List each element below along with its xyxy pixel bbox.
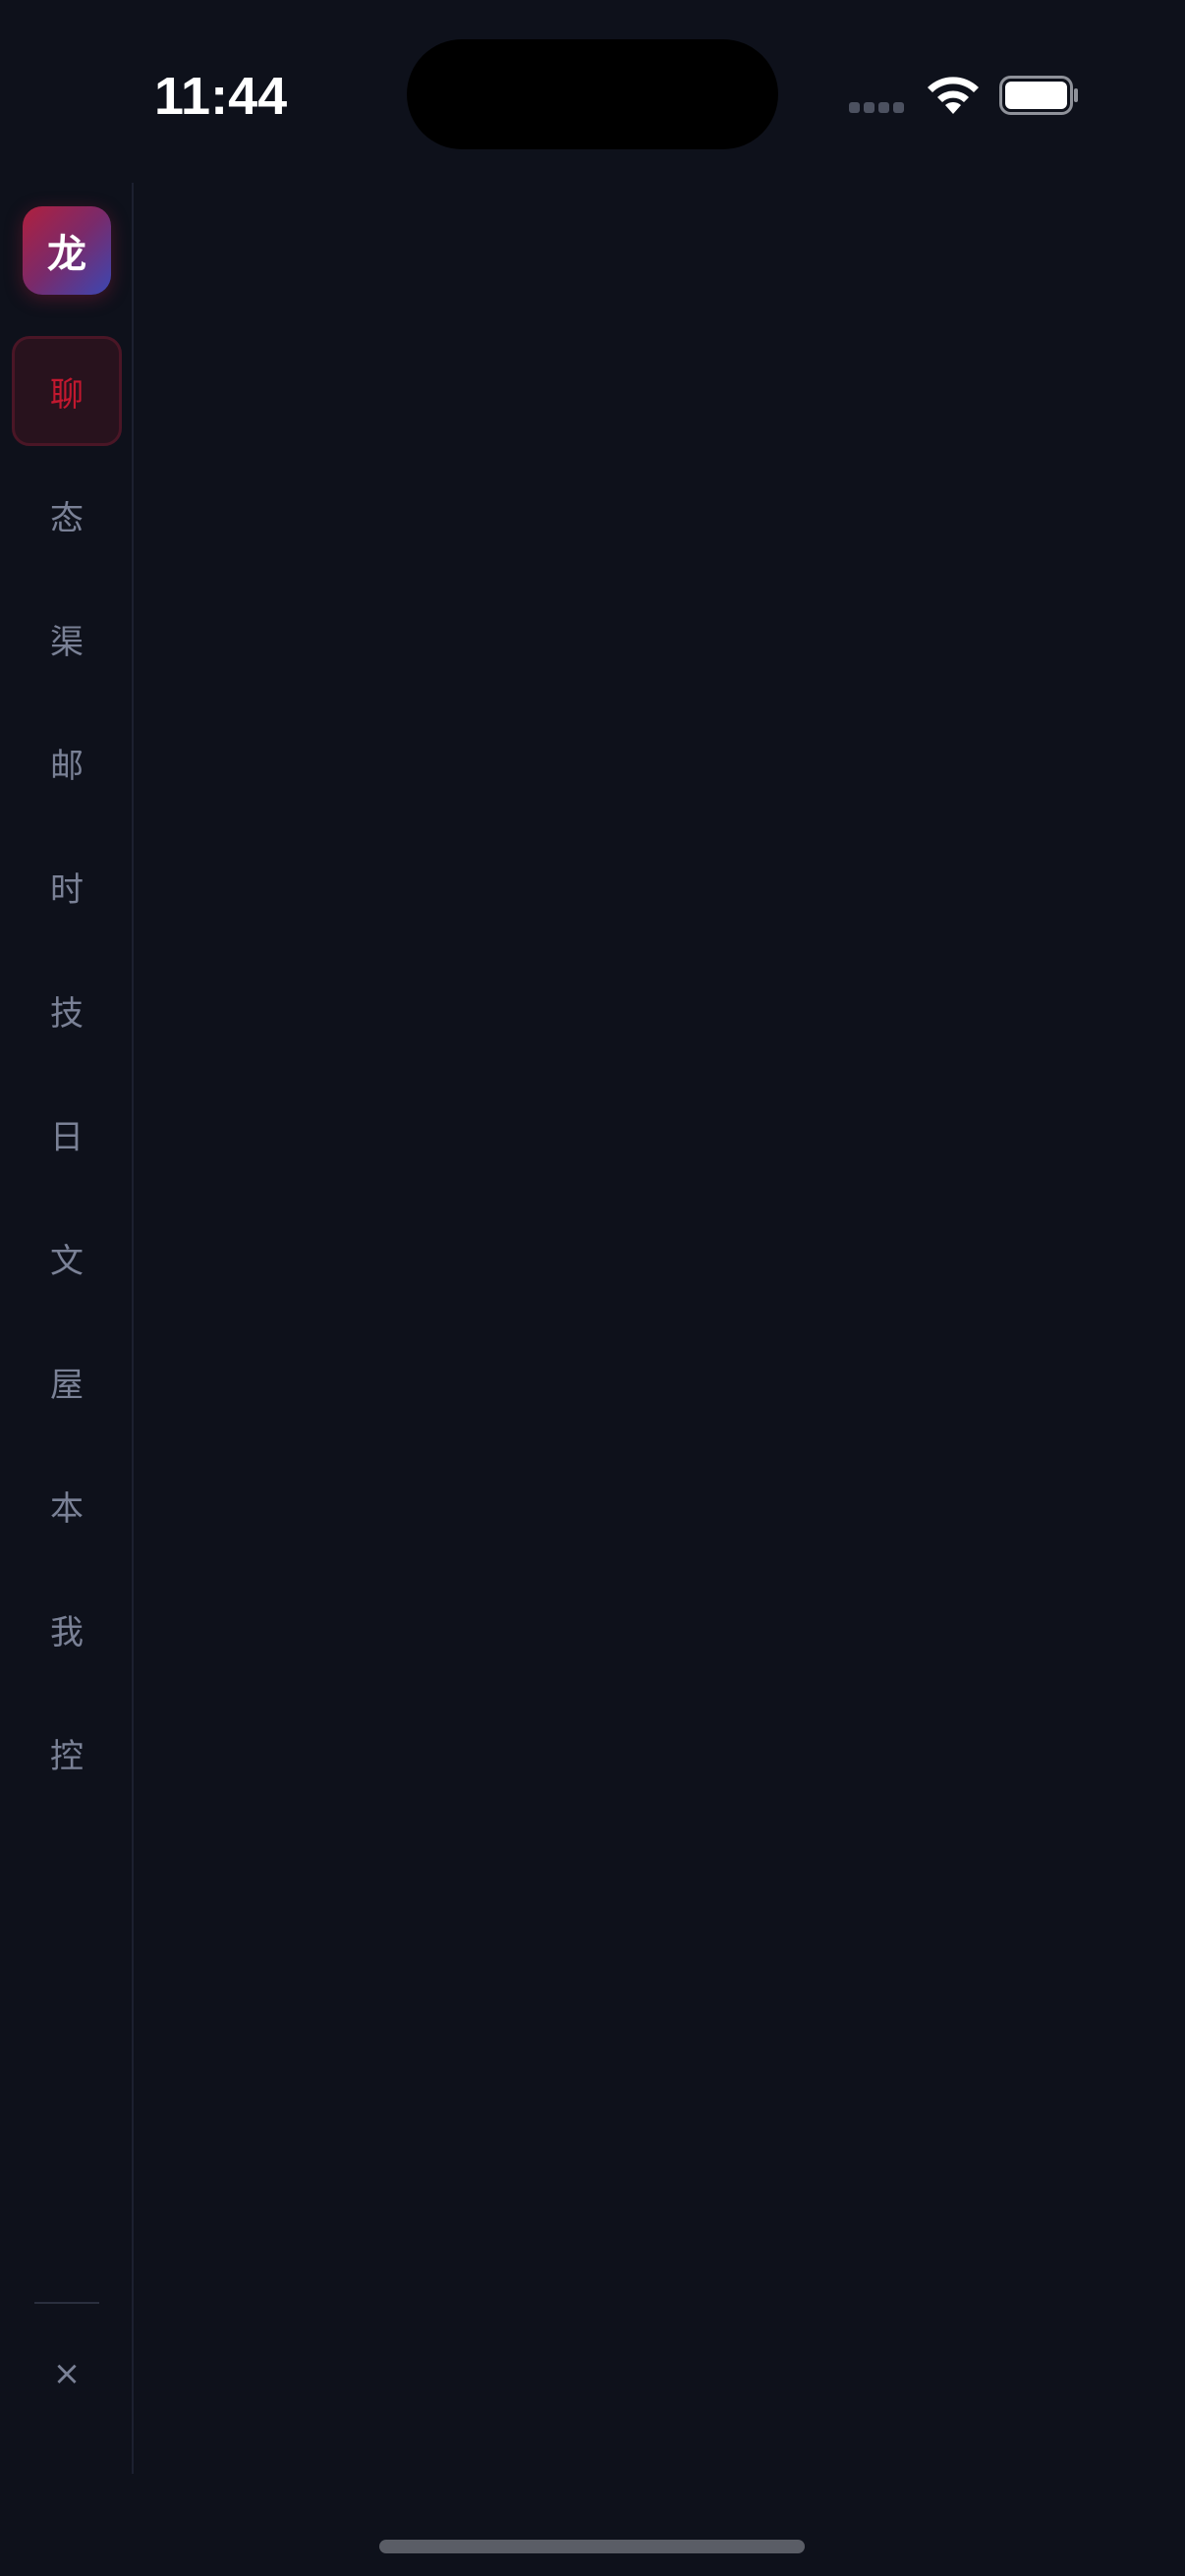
sidebar-item-docs[interactable]: 文 [12,1203,122,1313]
sidebar-item-house[interactable]: 屋 [12,1326,122,1436]
sidebar-divider [34,2302,99,2304]
sidebar-item-me[interactable]: 我 [12,1574,122,1684]
sidebar-item-time[interactable]: 时 [12,831,122,941]
sidebar: 龙 聊 态 渠 邮 时 技 日 文 屋 本 我 控 × [0,183,134,2474]
status-time: 11:44 [154,67,288,126]
sidebar-item-control[interactable]: 控 [12,1698,122,1808]
sidebar-item-channels[interactable]: 渠 [12,584,122,694]
battery-icon [999,76,1078,115]
wifi-icon [928,77,979,114]
sidebar-item-mail[interactable]: 邮 [12,707,122,817]
app-screen: 11:44 龙 聊 态 渠 邮 时 技 日 文 屋 本 我 控 × [0,0,1185,2576]
main-content [136,183,1185,2474]
app-logo[interactable]: 龙 [23,206,111,295]
sidebar-item-chat[interactable]: 聊 [12,336,122,446]
sidebar-item-diary[interactable]: 日 [12,1079,122,1189]
sidebar-item-skills[interactable]: 技 [12,955,122,1065]
sidebar-item-notebook[interactable]: 本 [12,1450,122,1560]
sidebar-item-status[interactable]: 态 [12,460,122,570]
dynamic-island [407,39,778,149]
close-sidebar-button[interactable]: × [37,2344,96,2403]
cellular-signal-icon [849,102,908,116]
home-indicator[interactable] [379,2540,805,2553]
